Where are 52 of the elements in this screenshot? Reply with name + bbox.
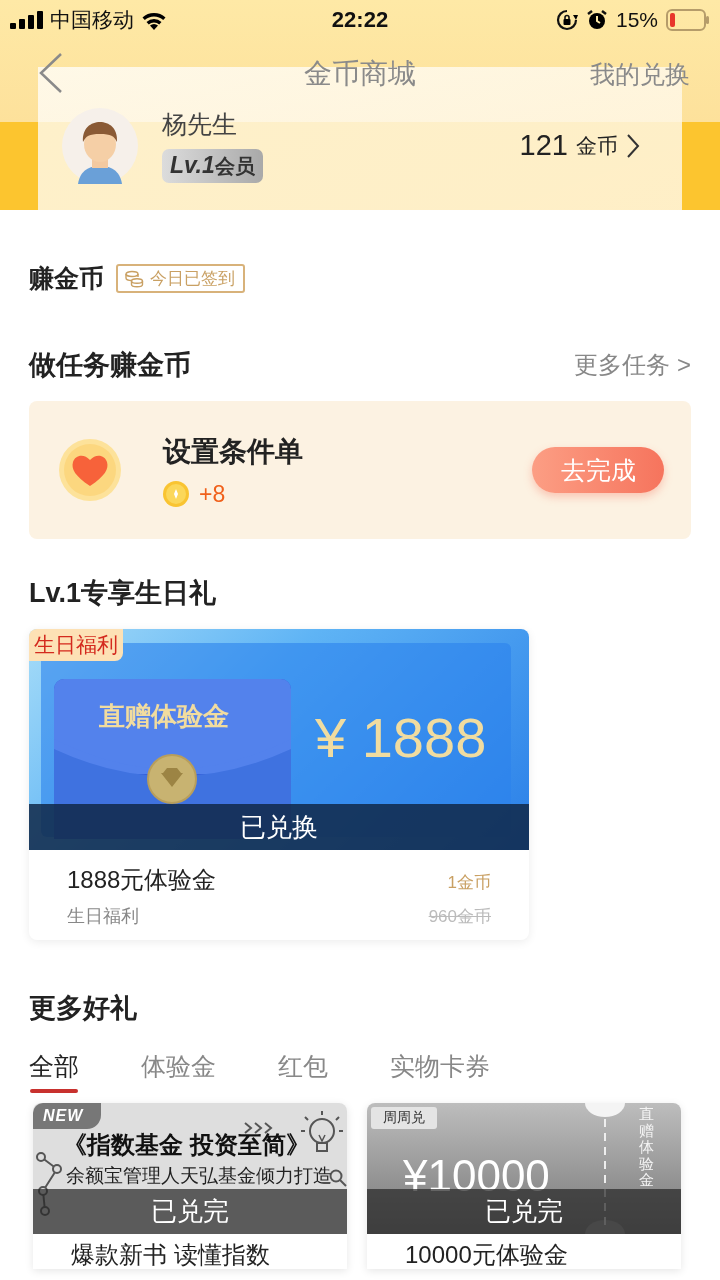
checked-in-badge: 今日已签到 <box>116 264 245 293</box>
gift-name: 1888元体验金 <box>67 865 218 895</box>
battery-percent: 15% <box>615 8 658 32</box>
chevrons-icon <box>243 1121 273 1135</box>
battery-icon <box>666 9 710 31</box>
voucher-label: 直赠体验金 <box>639 1106 654 1189</box>
gift-card[interactable]: NEW 《指数基金 投资至简》 余额宝管理人天弘基金倾力打造 已兑完 爆款新书 读懂指数 <box>33 1103 347 1269</box>
gift-price: 1金币 <box>447 872 491 894</box>
coin-icon <box>163 481 189 507</box>
category-tab[interactable]: 实物卡券 <box>388 1046 492 1093</box>
gift-name: 10000元体验金 <box>404 1240 569 1269</box>
gift-card[interactable]: 生日福利 直赠体验金 ¥ 1888 已兑换 1888元体验金 1金币 生日福利 960金币 <box>29 629 529 940</box>
weekly-tag: 周周兑 <box>371 1107 437 1129</box>
task-name: 设置条件单 <box>163 434 304 469</box>
category-tab[interactable]: 体验金 <box>139 1046 218 1093</box>
gift-name: 爆款新书 读懂指数 <box>70 1240 271 1269</box>
carrier-name: 中国移动 <box>50 7 134 33</box>
member-level-badge: Lv.1会员 <box>162 149 263 183</box>
redeemed-overlay: 已兑换 <box>29 804 529 850</box>
book-subtitle: 余额宝管理人天弘基金倾力打造 <box>66 1164 332 1188</box>
book-title: 《指数基金 投资至简》 <box>63 1130 310 1160</box>
original-price: 960金币 <box>428 906 491 928</box>
coin-balance-link[interactable]: 121 金币 <box>519 129 640 162</box>
category-tab[interactable]: 红包 <box>276 1046 330 1093</box>
sold-out-overlay: 已兑完 <box>367 1189 681 1234</box>
clock-time: 22:22 <box>331 7 389 33</box>
coins-icon <box>124 269 144 288</box>
gift-subtitle: 生日福利 <box>67 905 140 928</box>
banner-amount: ¥ 1888 <box>315 705 487 770</box>
gift-card[interactable]: 周周兑 ¥10000 直赠体验金 已兑完 10000元体验金 <box>367 1103 681 1269</box>
page-title: 金币商城 <box>304 57 416 91</box>
user-name: 杨先生 <box>162 109 238 140</box>
birthday-tag: 生日福利 <box>29 629 123 661</box>
banner-label: 直赠体验金 <box>99 700 229 733</box>
complete-button[interactable]: 去完成 <box>532 447 664 493</box>
alarm-icon <box>585 9 608 31</box>
sold-out-overlay: 已兑完 <box>33 1189 347 1234</box>
category-tab[interactable]: 全部 <box>27 1046 81 1093</box>
more-tasks-link[interactable]: 更多任务 > <box>574 349 691 381</box>
wifi-icon <box>140 10 168 30</box>
search-icon <box>329 1169 347 1187</box>
section-title: 做任务赚金币 <box>29 349 191 382</box>
section-title: 更多好礼 <box>29 992 137 1025</box>
signal-icon <box>10 11 44 29</box>
my-exchange-link[interactable]: 我的兑换 <box>590 57 690 91</box>
section-title: Lv.1专享生日礼 <box>29 577 217 610</box>
new-tag: NEW <box>33 1103 102 1129</box>
back-icon <box>37 52 63 94</box>
chevron-right-icon <box>626 132 640 159</box>
section-title: 赚金币 <box>29 263 104 294</box>
rotation-lock-icon <box>555 9 578 31</box>
coin-reward: +8 <box>199 480 226 508</box>
